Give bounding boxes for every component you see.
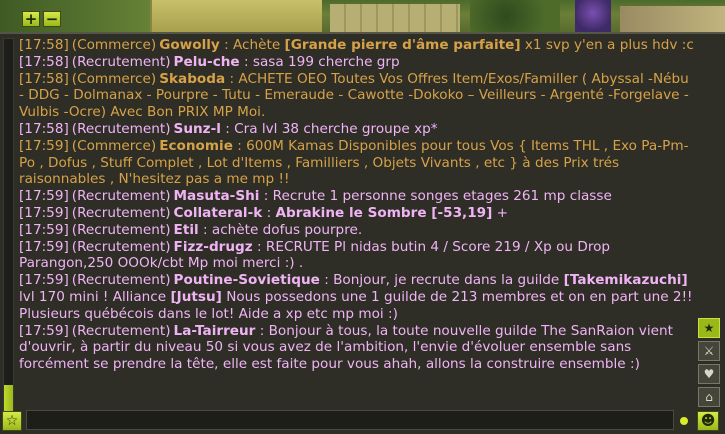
chat-message: [17:58] (Commerce) Skaboda : ACHETE OEO To… <box>19 71 695 121</box>
message-time: [17:59] <box>19 238 69 255</box>
chat-side-toolbar: ★ ⚔ ♥ ⌂ <box>698 318 720 407</box>
chat-panel: [17:58] (Commerce) Gowolly : Achète [Grand… <box>0 32 725 434</box>
chat-message: [17:59] (Recrutement) Collateral-k : Abrak… <box>19 205 695 222</box>
swords-icon[interactable]: ⚔ <box>698 341 720 361</box>
message-time: [17:59] <box>19 221 69 238</box>
message-text: : achète dofus pourpre. <box>198 221 363 238</box>
message-sender[interactable]: Gowolly <box>159 37 220 53</box>
chat-input-field[interactable] <box>26 410 674 430</box>
message-channel[interactable]: (Recrutement) <box>72 272 171 288</box>
message-text: x1 svp y'en a plus hdv :c <box>520 37 694 53</box>
message-text: + <box>492 204 509 221</box>
chat-message-list: [17:58] (Commerce) Gowolly : Achète [Grand… <box>19 37 695 373</box>
message-text: : Recrute 1 personne songes etages 261 m… <box>259 188 612 205</box>
message-sender[interactable]: La-Tairreur <box>174 323 256 339</box>
message-text: : Achète <box>219 37 285 53</box>
message-channel[interactable]: (Commerce) <box>72 138 156 154</box>
cliff-terrain <box>150 0 322 32</box>
message-time: [17:59] <box>19 204 69 221</box>
message-channel[interactable]: (Recrutement) <box>72 323 171 339</box>
message-sender[interactable]: Poutine-Sovietique <box>174 272 320 288</box>
chat-message: [17:59] (Recrutement) La-Tairreur : Bonjou… <box>19 323 695 373</box>
chat-message: [17:59] (Recrutement) Masuta-Shi : Recrute… <box>19 188 695 205</box>
message-sender[interactable]: Masuta-Shi <box>174 188 260 204</box>
game-world-view[interactable]: + − <box>0 0 725 32</box>
message-time: [17:59] <box>19 137 69 154</box>
item-link[interactable]: [Grande pierre d'âme parfaite] <box>285 37 521 53</box>
chat-message: [17:59] (Recrutement) Fizz-drugz : RECRUTE… <box>19 239 695 273</box>
message-time: [17:59] <box>19 272 69 289</box>
message-channel[interactable]: (Commerce) <box>72 71 156 87</box>
message-time: [17:58] <box>19 120 69 137</box>
heart-icon[interactable]: ♥ <box>698 364 720 384</box>
guild-link[interactable]: [Takemikazuchi] <box>564 272 688 288</box>
message-channel[interactable]: (Recrutement) <box>72 121 171 137</box>
message-sender[interactable]: Etil <box>174 222 199 238</box>
chat-message: [17:58] (Recrutement) Pelu-che : sasa 199 … <box>19 54 695 71</box>
alliance-link[interactable]: [Jutsu] <box>170 289 221 305</box>
smiley-icon[interactable]: ☻ <box>697 411 719 431</box>
message-text: lvl 170 mini ! Alliance <box>19 288 171 305</box>
paved-path <box>330 4 460 32</box>
message-time: [17:58] <box>19 70 69 87</box>
chat-message: [17:58] (Commerce) Gowolly : Achète [Grand… <box>19 37 695 54</box>
chat-input-bar: ☆ ☻ <box>0 408 725 434</box>
message-channel[interactable]: (Commerce) <box>72 37 156 53</box>
rocks-decor <box>620 6 725 32</box>
message-channel[interactable]: (Recrutement) <box>72 54 171 70</box>
channel-indicator-dot[interactable] <box>680 417 688 425</box>
message-sender[interactable]: Economie <box>159 138 233 154</box>
message-channel[interactable]: (Recrutement) <box>72 222 171 238</box>
message-time: [17:59] <box>19 188 69 205</box>
house-icon[interactable]: ⌂ <box>698 387 720 407</box>
shrink-chat-button[interactable]: − <box>43 11 61 27</box>
message-sender[interactable]: Skaboda <box>159 71 225 87</box>
favorites-star-icon[interactable]: ★ <box>698 318 720 338</box>
message-time: [17:59] <box>19 322 69 339</box>
bush-decor <box>470 0 560 32</box>
message-channel[interactable]: (Recrutement) <box>72 239 171 255</box>
message-text: : sasa 199 cherche grp <box>239 53 400 70</box>
message-channel[interactable]: (Recrutement) <box>72 205 171 221</box>
message-time: [17:58] <box>19 37 69 53</box>
player-character[interactable] <box>575 0 611 32</box>
chat-message: [17:58] (Recrutement) Sunz-l : Cra lvl 38 … <box>19 121 695 138</box>
message-text: : <box>262 204 276 221</box>
message-text: : Bonjour, je recrute dans la guilde <box>319 272 564 289</box>
message-sender[interactable]: Sunz-l <box>174 121 221 137</box>
chat-message: [17:59] (Recrutement) Poutine-Sovietique :… <box>19 272 695 322</box>
chat-message: [17:59] (Commerce) Economie : 600M Kamas D… <box>19 138 695 188</box>
message-text: : Cra lvl 38 cherche groupe xp* <box>220 120 438 137</box>
message-sender[interactable]: Collateral-k <box>174 205 263 221</box>
chat-message: [17:59] (Recrutement) Etil : achète dofus … <box>19 222 695 239</box>
expand-chat-button[interactable]: + <box>22 11 40 27</box>
map-link[interactable]: Abrakine le Sombre [-53,19] <box>276 205 493 221</box>
message-time: [17:58] <box>19 53 69 70</box>
chat-resize-controls: + − <box>22 11 61 27</box>
star-icon[interactable]: ☆ <box>2 411 22 431</box>
message-sender[interactable]: Pelu-che <box>174 54 240 70</box>
message-channel[interactable]: (Recrutement) <box>72 188 171 204</box>
chat-scrollbar[interactable] <box>3 38 14 412</box>
message-sender[interactable]: Fizz-drugz <box>174 239 253 255</box>
